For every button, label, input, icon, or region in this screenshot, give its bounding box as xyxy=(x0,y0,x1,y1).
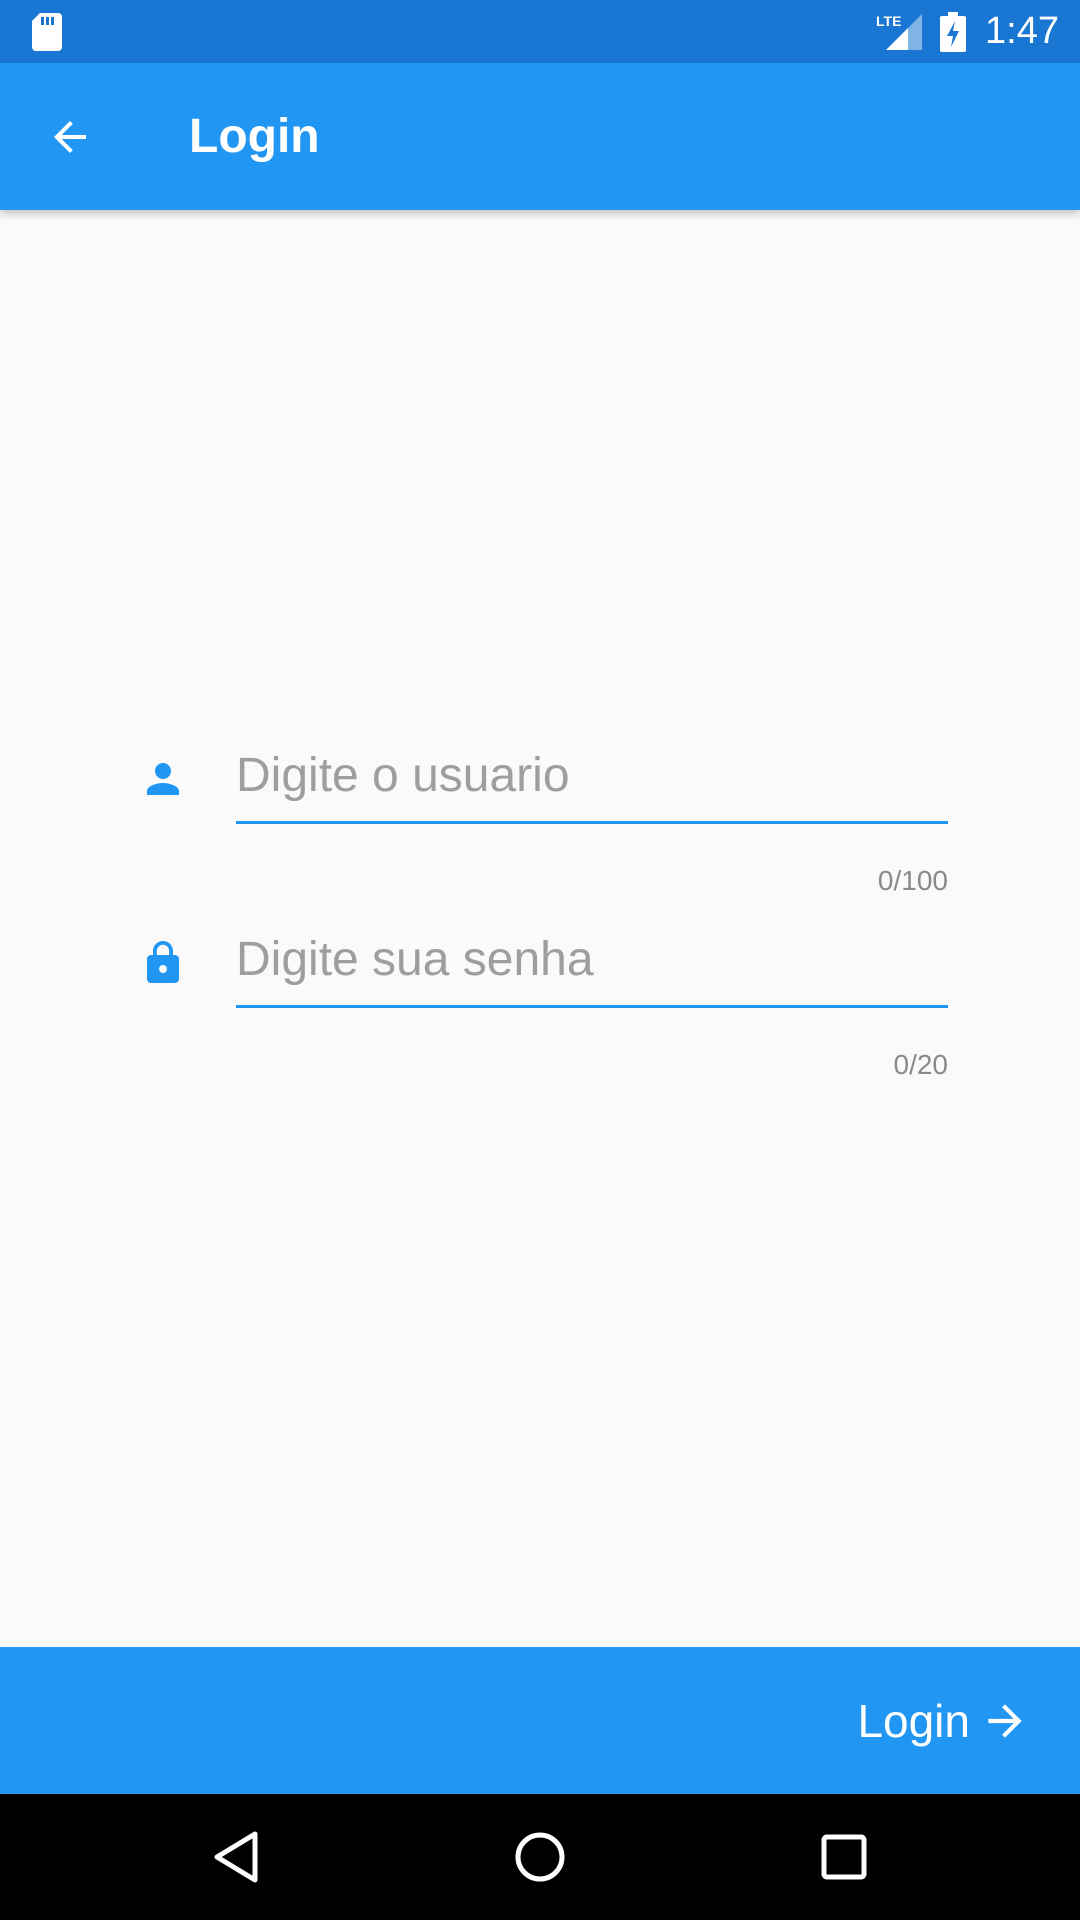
lock-icon xyxy=(147,941,179,983)
password-input[interactable] xyxy=(236,919,948,999)
username-input[interactable] xyxy=(236,735,948,815)
username-counter: 0/100 xyxy=(877,865,948,896)
signal-icon: LTE xyxy=(876,13,922,50)
battery-charging-icon xyxy=(940,12,966,52)
username-field: 0/100 xyxy=(236,735,948,896)
login-button-label: Login xyxy=(857,1694,970,1747)
app-bar: Login xyxy=(0,63,1080,210)
sd-card-icon xyxy=(32,13,62,51)
nav-recents-button[interactable] xyxy=(814,1827,874,1887)
person-icon xyxy=(147,763,179,795)
recents-square-icon xyxy=(821,1834,867,1880)
navigation-bar xyxy=(0,1794,1080,1920)
status-time: 1:47 xyxy=(985,10,1059,52)
nav-home-button[interactable] xyxy=(510,1827,570,1887)
password-counter: 0/20 xyxy=(893,1049,949,1080)
bottom-bar: Login xyxy=(0,1647,1080,1794)
password-field: 0/20 xyxy=(236,919,948,1080)
network-label: LTE xyxy=(876,13,901,29)
status-bar: LTE 1:47 xyxy=(0,0,1080,63)
username-underline xyxy=(236,821,948,824)
arrow-back-icon xyxy=(54,121,86,153)
home-circle-icon xyxy=(515,1832,565,1882)
arrow-forward-icon xyxy=(988,1703,1022,1738)
page-title: Login xyxy=(189,110,320,163)
back-triangle-icon xyxy=(214,1831,258,1883)
login-button[interactable]: Login xyxy=(857,1647,1030,1794)
password-underline xyxy=(236,1005,948,1008)
back-button[interactable] xyxy=(36,103,104,171)
nav-back-button[interactable] xyxy=(206,1827,266,1887)
